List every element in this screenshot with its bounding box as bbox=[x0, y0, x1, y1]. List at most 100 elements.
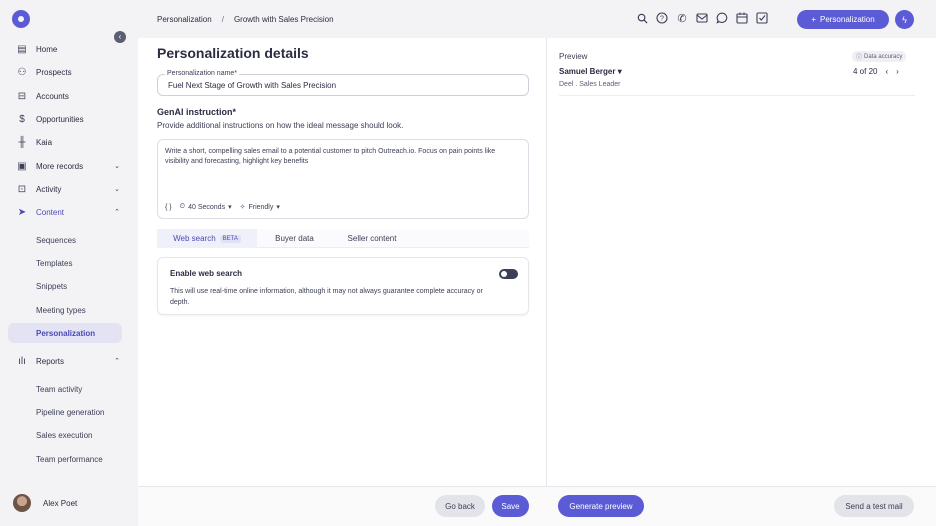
breadcrumb: Personalization / Growth with Sales Prec… bbox=[157, 15, 334, 24]
web-search-toggle[interactable] bbox=[499, 269, 518, 279]
sidebar-item-more-records[interactable]: ▣ More records ⌄ bbox=[8, 156, 130, 176]
top-bar: Personalization / Growth with Sales Prec… bbox=[138, 0, 936, 38]
waveform-icon: ╫ bbox=[18, 136, 26, 148]
sparkle-icon: ✧ bbox=[239, 204, 246, 211]
caret-down-icon: ▾ bbox=[228, 204, 232, 211]
home-icon: ▤ bbox=[17, 43, 27, 55]
source-tabs: Web search BETA Buyer data Seller conten… bbox=[157, 229, 529, 248]
preview-divider bbox=[559, 95, 915, 96]
chevron-left-icon[interactable]: ‹ bbox=[885, 67, 888, 76]
chat-icon[interactable] bbox=[715, 11, 729, 25]
sidebar-subitem-team-performance[interactable]: Team performance bbox=[8, 449, 122, 469]
chevron-up-icon: ⌃ bbox=[114, 358, 120, 365]
sidebar-subitem-meeting-types[interactable]: Meeting types bbox=[8, 300, 122, 320]
calendar-icon[interactable] bbox=[735, 11, 749, 25]
length-value: 40 Seconds bbox=[188, 203, 226, 211]
avatar bbox=[13, 494, 31, 512]
user-profile[interactable]: Alex Poet bbox=[13, 494, 77, 512]
prospect-role: Deel . Sales Leader bbox=[559, 81, 621, 88]
sidebar-item-label: More records bbox=[36, 161, 84, 171]
tone-dropdown[interactable]: ✧ Friendly ▾ bbox=[239, 203, 280, 212]
name-field-value[interactable]: Fuel Next Stage of Growth with Sales Pre… bbox=[168, 81, 336, 90]
go-back-button[interactable]: Go back bbox=[435, 495, 485, 517]
app-logo-icon[interactable] bbox=[12, 10, 30, 28]
web-search-card: Enable web search This will use real-tim… bbox=[157, 257, 529, 315]
help-icon[interactable]: ? bbox=[655, 11, 669, 25]
personalization-name-field[interactable]: Personalization name* Fuel Next Stage of… bbox=[157, 70, 529, 96]
sidebar: ‹ ▤ Home ⚇ Prospects ⊟ Accounts $ Opport… bbox=[0, 0, 138, 526]
sidebar-item-kaia[interactable]: ╫ Kaia bbox=[8, 132, 130, 152]
preview-label: Preview bbox=[559, 52, 588, 61]
sidebar-subitem-snippets[interactable]: Snippets bbox=[8, 276, 122, 296]
sidebar-item-label: Accounts bbox=[36, 91, 69, 101]
timer-icon: ⏲ bbox=[179, 203, 186, 210]
sidebar-item-reports[interactable]: ılı Reports ⌃ bbox=[8, 351, 130, 371]
chevron-up-icon: ⌃ bbox=[114, 209, 120, 216]
length-dropdown[interactable]: ⏲ 40 Seconds ▾ bbox=[180, 203, 232, 211]
sidebar-item-label: Prospects bbox=[36, 67, 72, 77]
svg-text:?: ? bbox=[660, 16, 664, 23]
breadcrumb-root-link[interactable]: Personalization bbox=[157, 15, 212, 24]
instruction-toolbar: { } ⏲ 40 Seconds ▾ ✧ Friendly ▾ bbox=[165, 203, 280, 211]
sidebar-item-prospects[interactable]: ⚇ Prospects bbox=[8, 62, 130, 82]
tab-label: Web search bbox=[173, 234, 216, 243]
tab-buyer-data[interactable]: Buyer data bbox=[257, 229, 332, 248]
prospect-selector[interactable]: Samuel Berger ▾ bbox=[559, 67, 622, 76]
caret-down-icon: ▾ bbox=[617, 67, 622, 76]
genai-subtitle: Provide additional instructions on how t… bbox=[157, 121, 404, 130]
sidebar-item-label: Content bbox=[36, 207, 65, 217]
prospect-name: Samuel Berger bbox=[559, 67, 616, 76]
tab-web-search[interactable]: Web search BETA bbox=[157, 229, 257, 248]
sidebar-subitem-sales-execution[interactable]: Sales execution bbox=[8, 425, 122, 445]
new-personalization-button[interactable]: + Personalization bbox=[797, 10, 889, 29]
save-button[interactable]: Save bbox=[492, 495, 529, 517]
sidebar-item-label: Opportunities bbox=[36, 114, 84, 124]
beta-badge: BETA bbox=[219, 234, 241, 243]
sidebar-subitem-sequences[interactable]: Sequences bbox=[8, 230, 122, 250]
instruction-text[interactable]: Write a short, compelling sales email to… bbox=[165, 147, 520, 167]
tasks-icon[interactable] bbox=[755, 11, 769, 25]
bar-chart-icon: ılı bbox=[18, 355, 26, 367]
sidebar-subitem-templates[interactable]: Templates bbox=[8, 253, 122, 273]
genai-heading: GenAI instruction* bbox=[157, 107, 237, 117]
search-icon[interactable] bbox=[635, 11, 649, 25]
sidebar-item-opportunities[interactable]: $ Opportunities bbox=[8, 109, 130, 129]
instruction-textarea[interactable]: Write a short, compelling sales email to… bbox=[157, 139, 529, 219]
sidebar-item-home[interactable]: ▤ Home bbox=[8, 39, 130, 59]
chevron-right-icon[interactable]: › bbox=[896, 67, 899, 76]
send-test-mail-button[interactable]: Send a test mail bbox=[834, 495, 914, 517]
person-icon: ⚇ bbox=[17, 66, 27, 78]
variables-icon[interactable]: { } bbox=[165, 204, 172, 211]
generate-preview-button[interactable]: Generate preview bbox=[558, 495, 644, 517]
pager-count: 4 of 20 bbox=[853, 67, 878, 76]
breadcrumb-current: Growth with Sales Precision bbox=[233, 15, 334, 24]
sidebar-item-content[interactable]: ➤ Content ⌃ bbox=[8, 202, 130, 222]
new-personalization-label: Personalization bbox=[819, 15, 875, 24]
chevron-down-icon: ⌄ bbox=[114, 163, 120, 170]
data-accuracy-label: Data accuracy bbox=[864, 53, 903, 60]
footer-bar bbox=[138, 486, 936, 526]
sidebar-item-label: Home bbox=[36, 44, 58, 54]
mail-icon[interactable] bbox=[695, 11, 709, 25]
sidebar-subitem-pipeline-generation[interactable]: Pipeline generation bbox=[8, 402, 122, 422]
phone-icon[interactable]: ✆ bbox=[675, 11, 689, 25]
web-search-title: Enable web search bbox=[170, 269, 243, 278]
sidebar-subitem-personalization[interactable]: Personalization bbox=[8, 323, 122, 343]
quick-actions-button[interactable]: ϟ bbox=[895, 10, 914, 29]
building-icon: ⊟ bbox=[17, 90, 27, 102]
sidebar-item-accounts[interactable]: ⊟ Accounts bbox=[8, 86, 130, 106]
records-icon: ▣ bbox=[17, 160, 27, 172]
sidebar-item-label: Reports bbox=[36, 356, 65, 366]
tab-seller-content[interactable]: Seller content bbox=[332, 229, 412, 248]
lightning-icon: ϟ bbox=[902, 14, 907, 25]
tone-value: Friendly bbox=[248, 203, 274, 211]
web-search-description: This will use real-time online informati… bbox=[170, 288, 483, 306]
sidebar-subitem-team-activity[interactable]: Team activity bbox=[8, 379, 122, 399]
plus-icon: + bbox=[811, 15, 816, 24]
chevron-down-icon: ⌄ bbox=[114, 186, 120, 193]
sidebar-item-activity[interactable]: ⊡ Activity ⌄ bbox=[8, 179, 130, 199]
data-accuracy-badge[interactable]: ⓘ Data accuracy bbox=[852, 51, 907, 62]
send-icon: ➤ bbox=[17, 206, 27, 218]
prospect-pager: 4 of 20 ‹ › bbox=[853, 67, 899, 76]
pane-divider bbox=[546, 38, 547, 526]
